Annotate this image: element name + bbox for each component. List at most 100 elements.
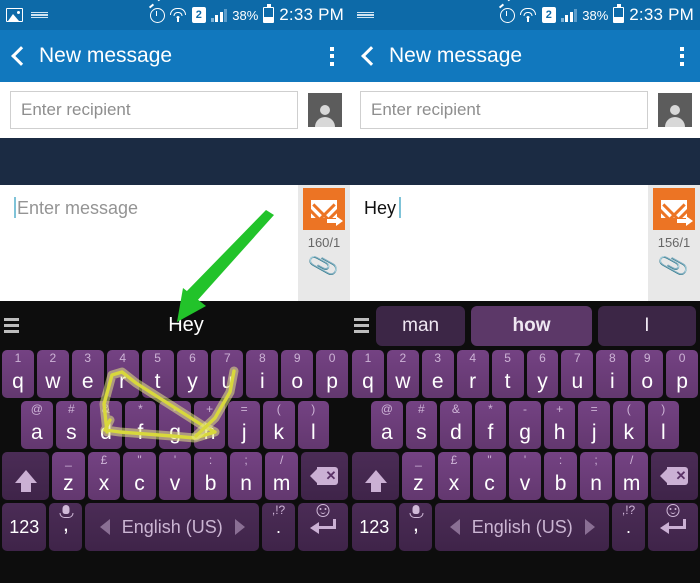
key-m[interactable]: / m [615, 452, 648, 500]
key-n[interactable]: ; n [579, 452, 613, 500]
numeric-mode-key[interactable]: 123 [2, 503, 47, 551]
key-s[interactable]: # s [405, 401, 438, 449]
period-key[interactable]: ,!? . [612, 503, 646, 551]
send-envelope-icon[interactable] [303, 188, 345, 230]
key-q[interactable]: 1q [352, 350, 384, 398]
key-d[interactable]: & d [440, 401, 472, 449]
key-d[interactable]: & d [90, 401, 122, 449]
overflow-menu-icon[interactable] [326, 43, 338, 70]
paperclip-icon[interactable]: 📎 [657, 249, 691, 282]
suggestion-chip-i[interactable]: I [597, 305, 696, 346]
contact-person-icon[interactable] [308, 93, 342, 127]
key-o[interactable]: 9o [631, 350, 664, 398]
back-chevron-icon[interactable] [12, 45, 25, 67]
key-k[interactable]: (k [262, 401, 295, 449]
key-m[interactable]: / m [265, 452, 298, 500]
key-c[interactable]: " c [473, 452, 506, 500]
recipient-row: Enter recipient [0, 82, 350, 138]
key-p[interactable]: 0p [316, 350, 349, 398]
key-v[interactable]: ' v [158, 452, 192, 500]
suggestion-chip-man[interactable]: man [376, 305, 466, 346]
key-l[interactable]: ) l [647, 401, 680, 449]
key-i[interactable]: 8i [596, 350, 629, 398]
overflow-menu-icon[interactable] [676, 43, 688, 70]
recipient-input[interactable]: Enter recipient [10, 91, 298, 129]
key-a[interactable]: @ a [371, 401, 403, 449]
key-h[interactable]: + h [543, 401, 576, 449]
key-o[interactable]: 9o [281, 350, 314, 398]
shift-arrow-icon[interactable] [2, 452, 50, 500]
key-w[interactable]: 2w [36, 350, 69, 398]
message-input[interactable]: Enter message [0, 185, 298, 301]
key-x[interactable]: £ x [437, 452, 471, 500]
send-envelope-icon[interactable] [653, 188, 695, 230]
key-g[interactable]: -g [509, 401, 541, 449]
key-g[interactable]: -g [159, 401, 191, 449]
key-b[interactable]: :b [544, 452, 577, 500]
back-chevron-icon[interactable] [362, 45, 375, 67]
key-i[interactable]: 8i [246, 350, 279, 398]
enter-return-key[interactable] [298, 503, 348, 551]
battery-percent: 38% [582, 7, 609, 23]
suggestion-bar-2: man how I [350, 301, 700, 350]
key-y[interactable]: 6y [526, 350, 559, 398]
key-j[interactable]: = j [578, 401, 610, 449]
key-q[interactable]: 1q [2, 350, 34, 398]
key-t[interactable]: 5t [491, 350, 524, 398]
microphone-icon [59, 505, 74, 518]
key-y[interactable]: 6y [176, 350, 209, 398]
alarm-icon [499, 7, 515, 23]
message-input[interactable]: Hey [350, 185, 648, 301]
key-h[interactable]: + h [193, 401, 226, 449]
next-language-arrow-icon[interactable] [234, 519, 245, 535]
key-r[interactable]: 4r [106, 350, 139, 398]
period-key[interactable]: ,!? . [262, 503, 296, 551]
key-u[interactable]: 7u [561, 350, 594, 398]
key-e[interactable]: 3e [71, 350, 104, 398]
suggestion-chip-how[interactable]: how [471, 305, 592, 346]
smiley-icon[interactable] [666, 504, 680, 517]
key-s[interactable]: # s [55, 401, 88, 449]
prev-language-arrow-icon[interactable] [449, 519, 460, 535]
key-c[interactable]: " c [123, 452, 156, 500]
hamburger-menu-icon[interactable] [350, 318, 372, 333]
key-p[interactable]: 0p [666, 350, 699, 398]
comma-key[interactable]: , [49, 503, 83, 551]
key-k[interactable]: (k [612, 401, 645, 449]
key-v[interactable]: ' v [508, 452, 542, 500]
next-language-arrow-icon[interactable] [584, 519, 595, 535]
wifi-icon [520, 8, 537, 22]
hamburger-menu-icon[interactable] [0, 318, 22, 333]
key-w[interactable]: 2w [386, 350, 419, 398]
key-f[interactable]: * f [124, 401, 157, 449]
key-z[interactable]: _ z [52, 452, 85, 500]
key-n[interactable]: ; n [229, 452, 263, 500]
battery-percent: 38% [232, 7, 259, 23]
key-a[interactable]: @ a [21, 401, 53, 449]
contact-person-icon[interactable] [658, 93, 692, 127]
key-z[interactable]: _ z [402, 452, 435, 500]
backspace-icon[interactable]: ✕ [650, 452, 699, 500]
suggestion-bar: Hey [0, 301, 350, 350]
shift-arrow-icon[interactable] [352, 452, 400, 500]
comma-key[interactable]: , [399, 503, 433, 551]
key-t[interactable]: 5t [141, 350, 174, 398]
space-language-key[interactable]: English (US) [85, 503, 260, 551]
smiley-icon[interactable] [316, 504, 330, 517]
suggestion-text[interactable]: Hey [22, 314, 350, 337]
key-l[interactable]: ) l [297, 401, 330, 449]
numeric-mode-key[interactable]: 123 [352, 503, 397, 551]
key-x[interactable]: £ x [87, 452, 121, 500]
paperclip-icon[interactable]: 📎 [307, 249, 341, 282]
enter-return-key[interactable] [648, 503, 698, 551]
key-e[interactable]: 3e [421, 350, 454, 398]
space-language-key[interactable]: English (US) [435, 503, 610, 551]
key-u[interactable]: 7u [211, 350, 244, 398]
key-f[interactable]: * f [474, 401, 507, 449]
key-j[interactable]: = j [228, 401, 260, 449]
recipient-input[interactable]: Enter recipient [360, 91, 648, 129]
backspace-icon[interactable]: ✕ [300, 452, 349, 500]
prev-language-arrow-icon[interactable] [99, 519, 110, 535]
key-r[interactable]: 4r [456, 350, 489, 398]
key-b[interactable]: :b [194, 452, 227, 500]
